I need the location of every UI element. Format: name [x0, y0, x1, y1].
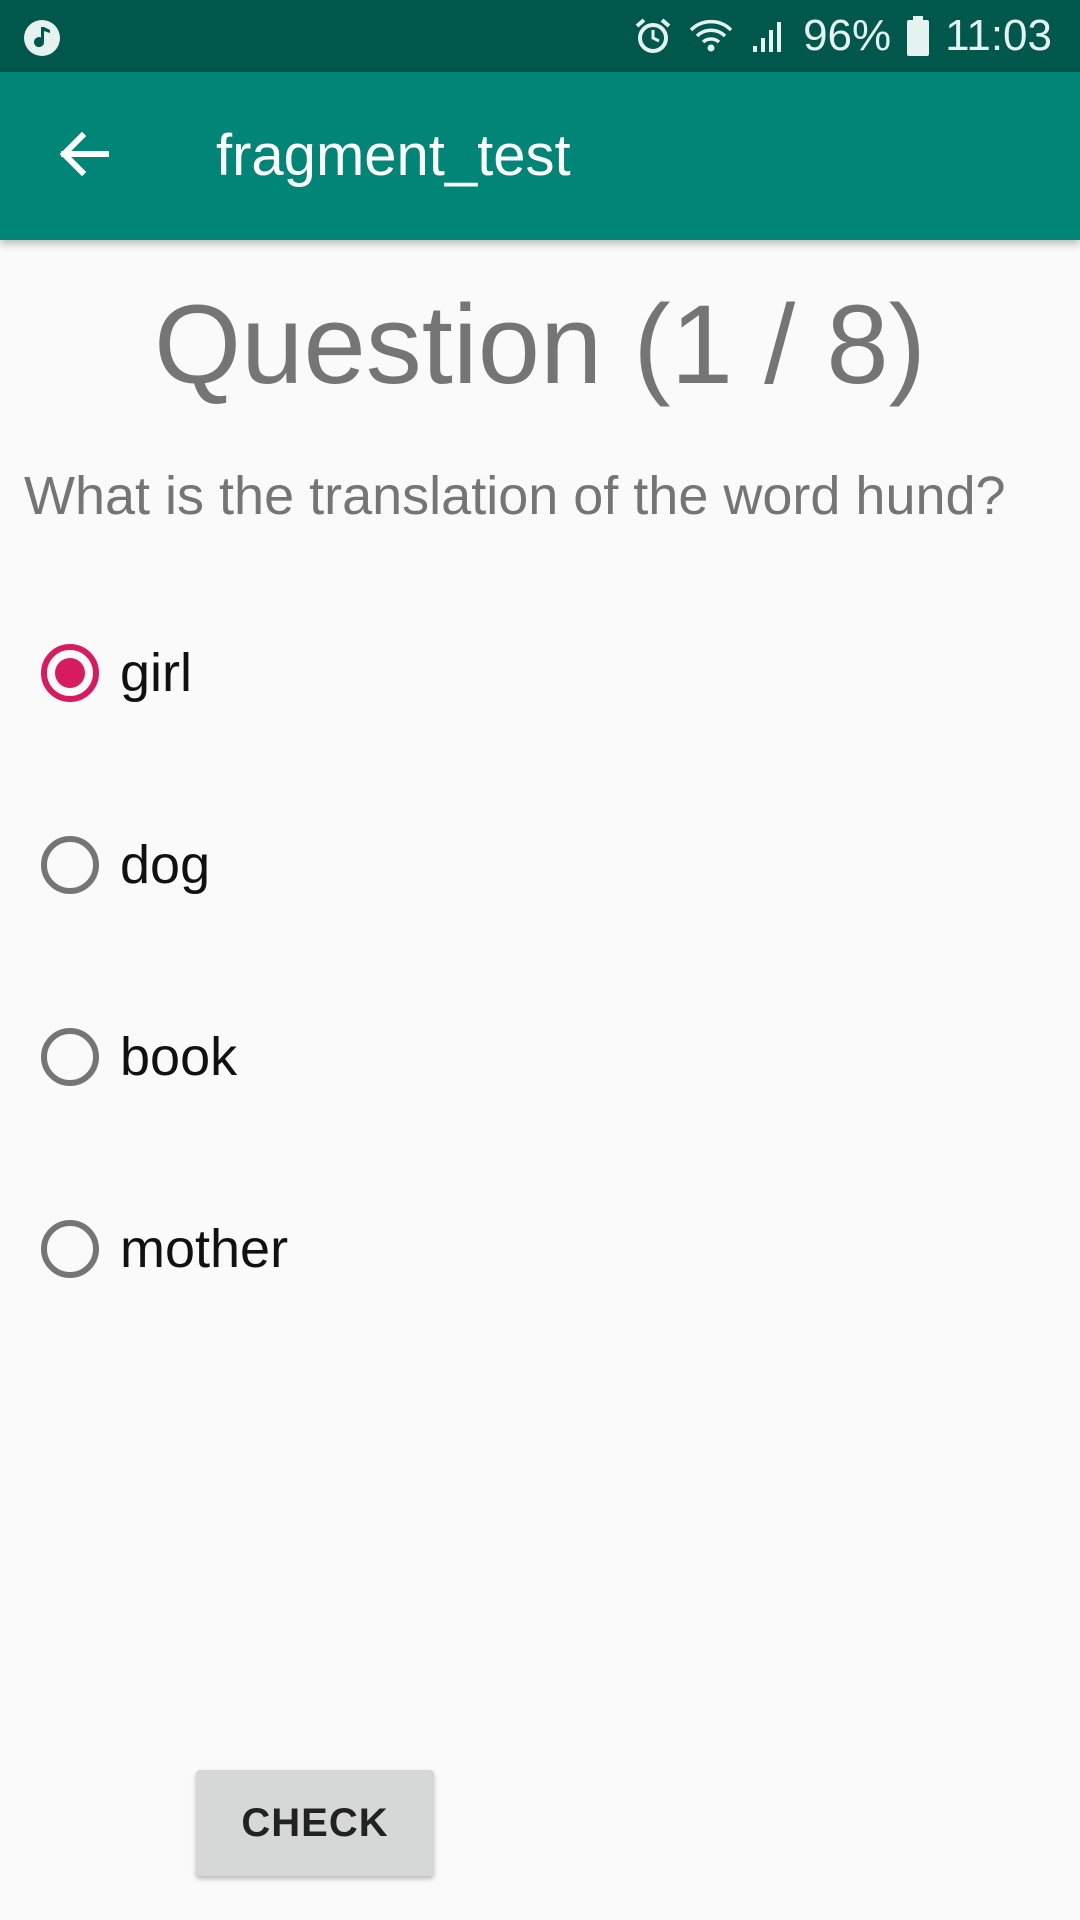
app-title: fragment_test: [216, 123, 571, 188]
answer-radio-group: girl dog book mother: [40, 626, 1040, 1394]
option-book[interactable]: book: [40, 1010, 1040, 1202]
clock: 11:03: [945, 11, 1052, 60]
option-label: girl: [120, 643, 193, 703]
signal-icon: [749, 16, 789, 56]
battery-icon: [905, 15, 931, 57]
wifi-icon: [687, 16, 735, 56]
question-text: What is the translation of the word hund…: [24, 466, 1006, 526]
radio-unselected-icon[interactable]: [40, 835, 100, 895]
option-dog[interactable]: dog: [40, 818, 1040, 1010]
option-label: mother: [120, 1219, 289, 1279]
option-mother[interactable]: mother: [40, 1202, 1040, 1394]
back-button[interactable]: [40, 112, 128, 200]
music-note-icon: [22, 18, 62, 58]
question-counter: Question (1 / 8): [154, 282, 926, 407]
alarm-icon: [633, 16, 673, 56]
option-label: dog: [120, 835, 211, 895]
radio-selected-icon[interactable]: [40, 643, 100, 703]
status-bar: 96% 11:03: [0, 0, 1080, 72]
radio-unselected-icon[interactable]: [40, 1219, 100, 1279]
battery-percent: 96%: [803, 11, 892, 60]
option-label: book: [120, 1027, 238, 1087]
radio-unselected-icon[interactable]: [40, 1027, 100, 1087]
arrow-back-icon: [56, 126, 112, 187]
check-button[interactable]: CHECK: [196, 1770, 434, 1876]
option-girl[interactable]: girl: [40, 626, 1040, 818]
status-icons: 96% 11:03: [633, 0, 1052, 72]
app-bar: fragment_test: [0, 72, 1080, 240]
